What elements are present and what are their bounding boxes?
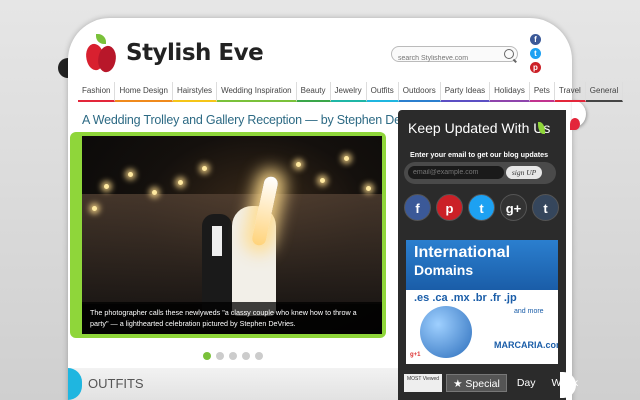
ad-more: and more [514,308,544,315]
logo-mark-icon [82,34,120,75]
slider-dots [203,352,263,360]
nav-item-jewelry[interactable]: Jewelry [330,82,367,102]
popular-tabs: MOST Viewed ★ Special Day Week [404,374,584,392]
tab-day[interactable]: Day [511,374,542,392]
section-title: OUTFITS [88,376,144,391]
ad-line2: Domains [414,262,474,278]
slider-dot[interactable] [216,352,224,360]
featured-headline[interactable]: A Wedding Trolley and Gallery Reception … [82,113,428,127]
slider-caption: The photographer calls these newlyweds "… [82,302,382,334]
nav-item-travel[interactable]: Travel [554,82,586,102]
pinterest-icon[interactable]: p [436,194,463,221]
nav-item-wedding-inspiration[interactable]: Wedding Inspiration [217,82,297,102]
nav-item-holidays[interactable]: Holidays [490,82,530,102]
google-plus-one-badge[interactable]: g+1 [410,352,421,358]
sidebar-subtitle: Enter your email to get our blog updates [410,150,549,159]
ad-tlds: .es .ca .mx .br .fr .jp [414,292,517,304]
nav-item-pets[interactable]: Pets [529,82,555,102]
site-logo[interactable]: Stylish Eve [82,34,264,75]
nav-item-hairstyles[interactable]: Hairstyles [172,82,218,102]
slider-dot[interactable] [229,352,237,360]
nav-item-fashion[interactable]: Fashion [78,82,116,102]
nav-item-party-ideas[interactable]: Party Ideas [440,82,491,102]
sidebar-social-row: f p t g+ t [404,194,559,221]
slider-dot[interactable] [242,352,250,360]
facebook-icon[interactable]: f [530,34,541,45]
search-input[interactable] [392,51,492,66]
ad-banner[interactable]: International Domains .es .ca .mx .br .f… [406,240,558,364]
main-nav: Fashion Home Design Hairstyles Wedding Insp… [78,82,624,102]
email-field[interactable] [408,166,504,179]
slider-dot[interactable] [203,352,211,360]
header-social-icons: ftp [530,34,541,73]
tab-special[interactable]: ★ Special [446,374,507,392]
nav-item-general[interactable]: General [585,82,624,102]
nav-item-outdoors[interactable]: Outdoors [398,82,441,102]
nav-item-outfits[interactable]: Outfits [366,82,399,102]
twitter-icon[interactable]: t [530,48,541,59]
ad-line1: International [414,244,511,261]
facebook-icon[interactable]: f [404,194,431,221]
signup-button[interactable]: sign UP [506,166,542,179]
google-plus-icon[interactable]: g+ [500,194,527,221]
nav-item-beauty[interactable]: Beauty [296,82,331,102]
sidebar-title: Keep Updated With Us [408,120,551,136]
nav-item-home-design[interactable]: Home Design [115,82,173,102]
pinterest-icon[interactable]: p [530,62,541,73]
tumblr-icon[interactable]: t [532,194,559,221]
twitter-icon[interactable]: t [468,194,495,221]
ad-brand: MARCARIA.com [494,340,558,350]
ad-header: International Domains [406,240,558,290]
globe-icon [420,306,472,358]
red-drop-decoration [570,118,580,130]
search-box [391,46,518,66]
slider-dot[interactable] [255,352,263,360]
logo-text: Stylish Eve [126,40,264,66]
search-icon[interactable] [504,49,514,59]
tab-most-viewed[interactable]: MOST Viewed [404,374,443,392]
